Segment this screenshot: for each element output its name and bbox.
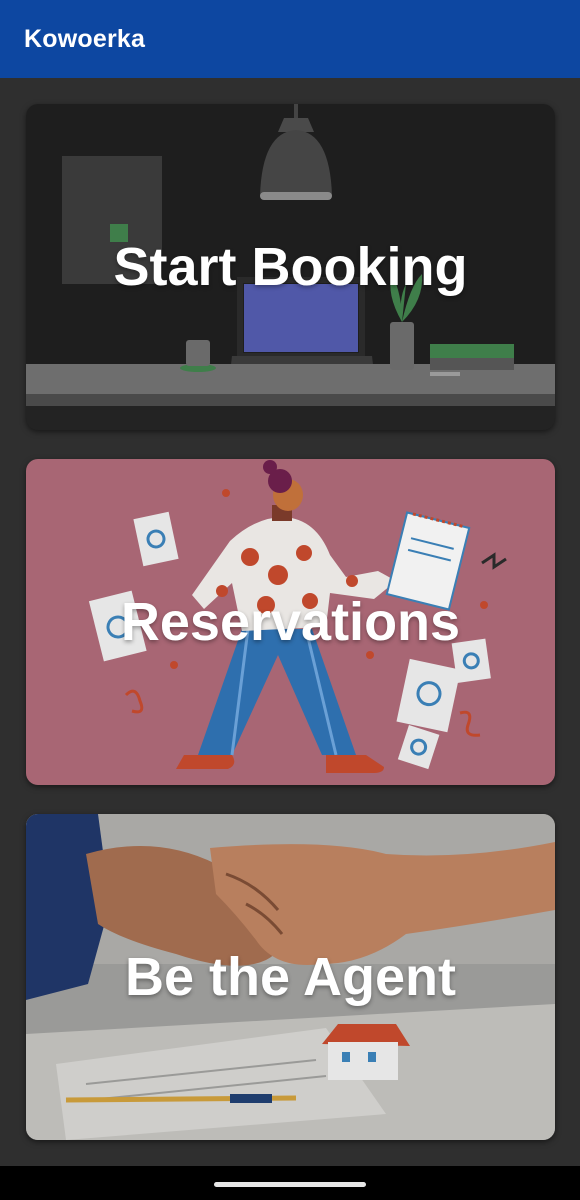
start-booking-card[interactable]: Start Booking	[26, 104, 555, 430]
be-the-agent-label: Be the Agent	[124, 947, 456, 1007]
system-navigation-bar	[0, 1166, 580, 1200]
home-gesture-handle[interactable]	[214, 1182, 366, 1187]
be-the-agent-card[interactable]: Be the Agent	[26, 814, 555, 1140]
reservations-label: Reservations	[120, 592, 461, 652]
start-booking-label: Start Booking	[113, 237, 468, 297]
app-title: Kowoerka	[24, 24, 146, 53]
menu-content: Start Booking Reservations Be the Agent	[0, 78, 580, 1166]
app-bar: Kowoerka	[0, 0, 580, 78]
reservations-card[interactable]: Reservations	[26, 459, 555, 785]
